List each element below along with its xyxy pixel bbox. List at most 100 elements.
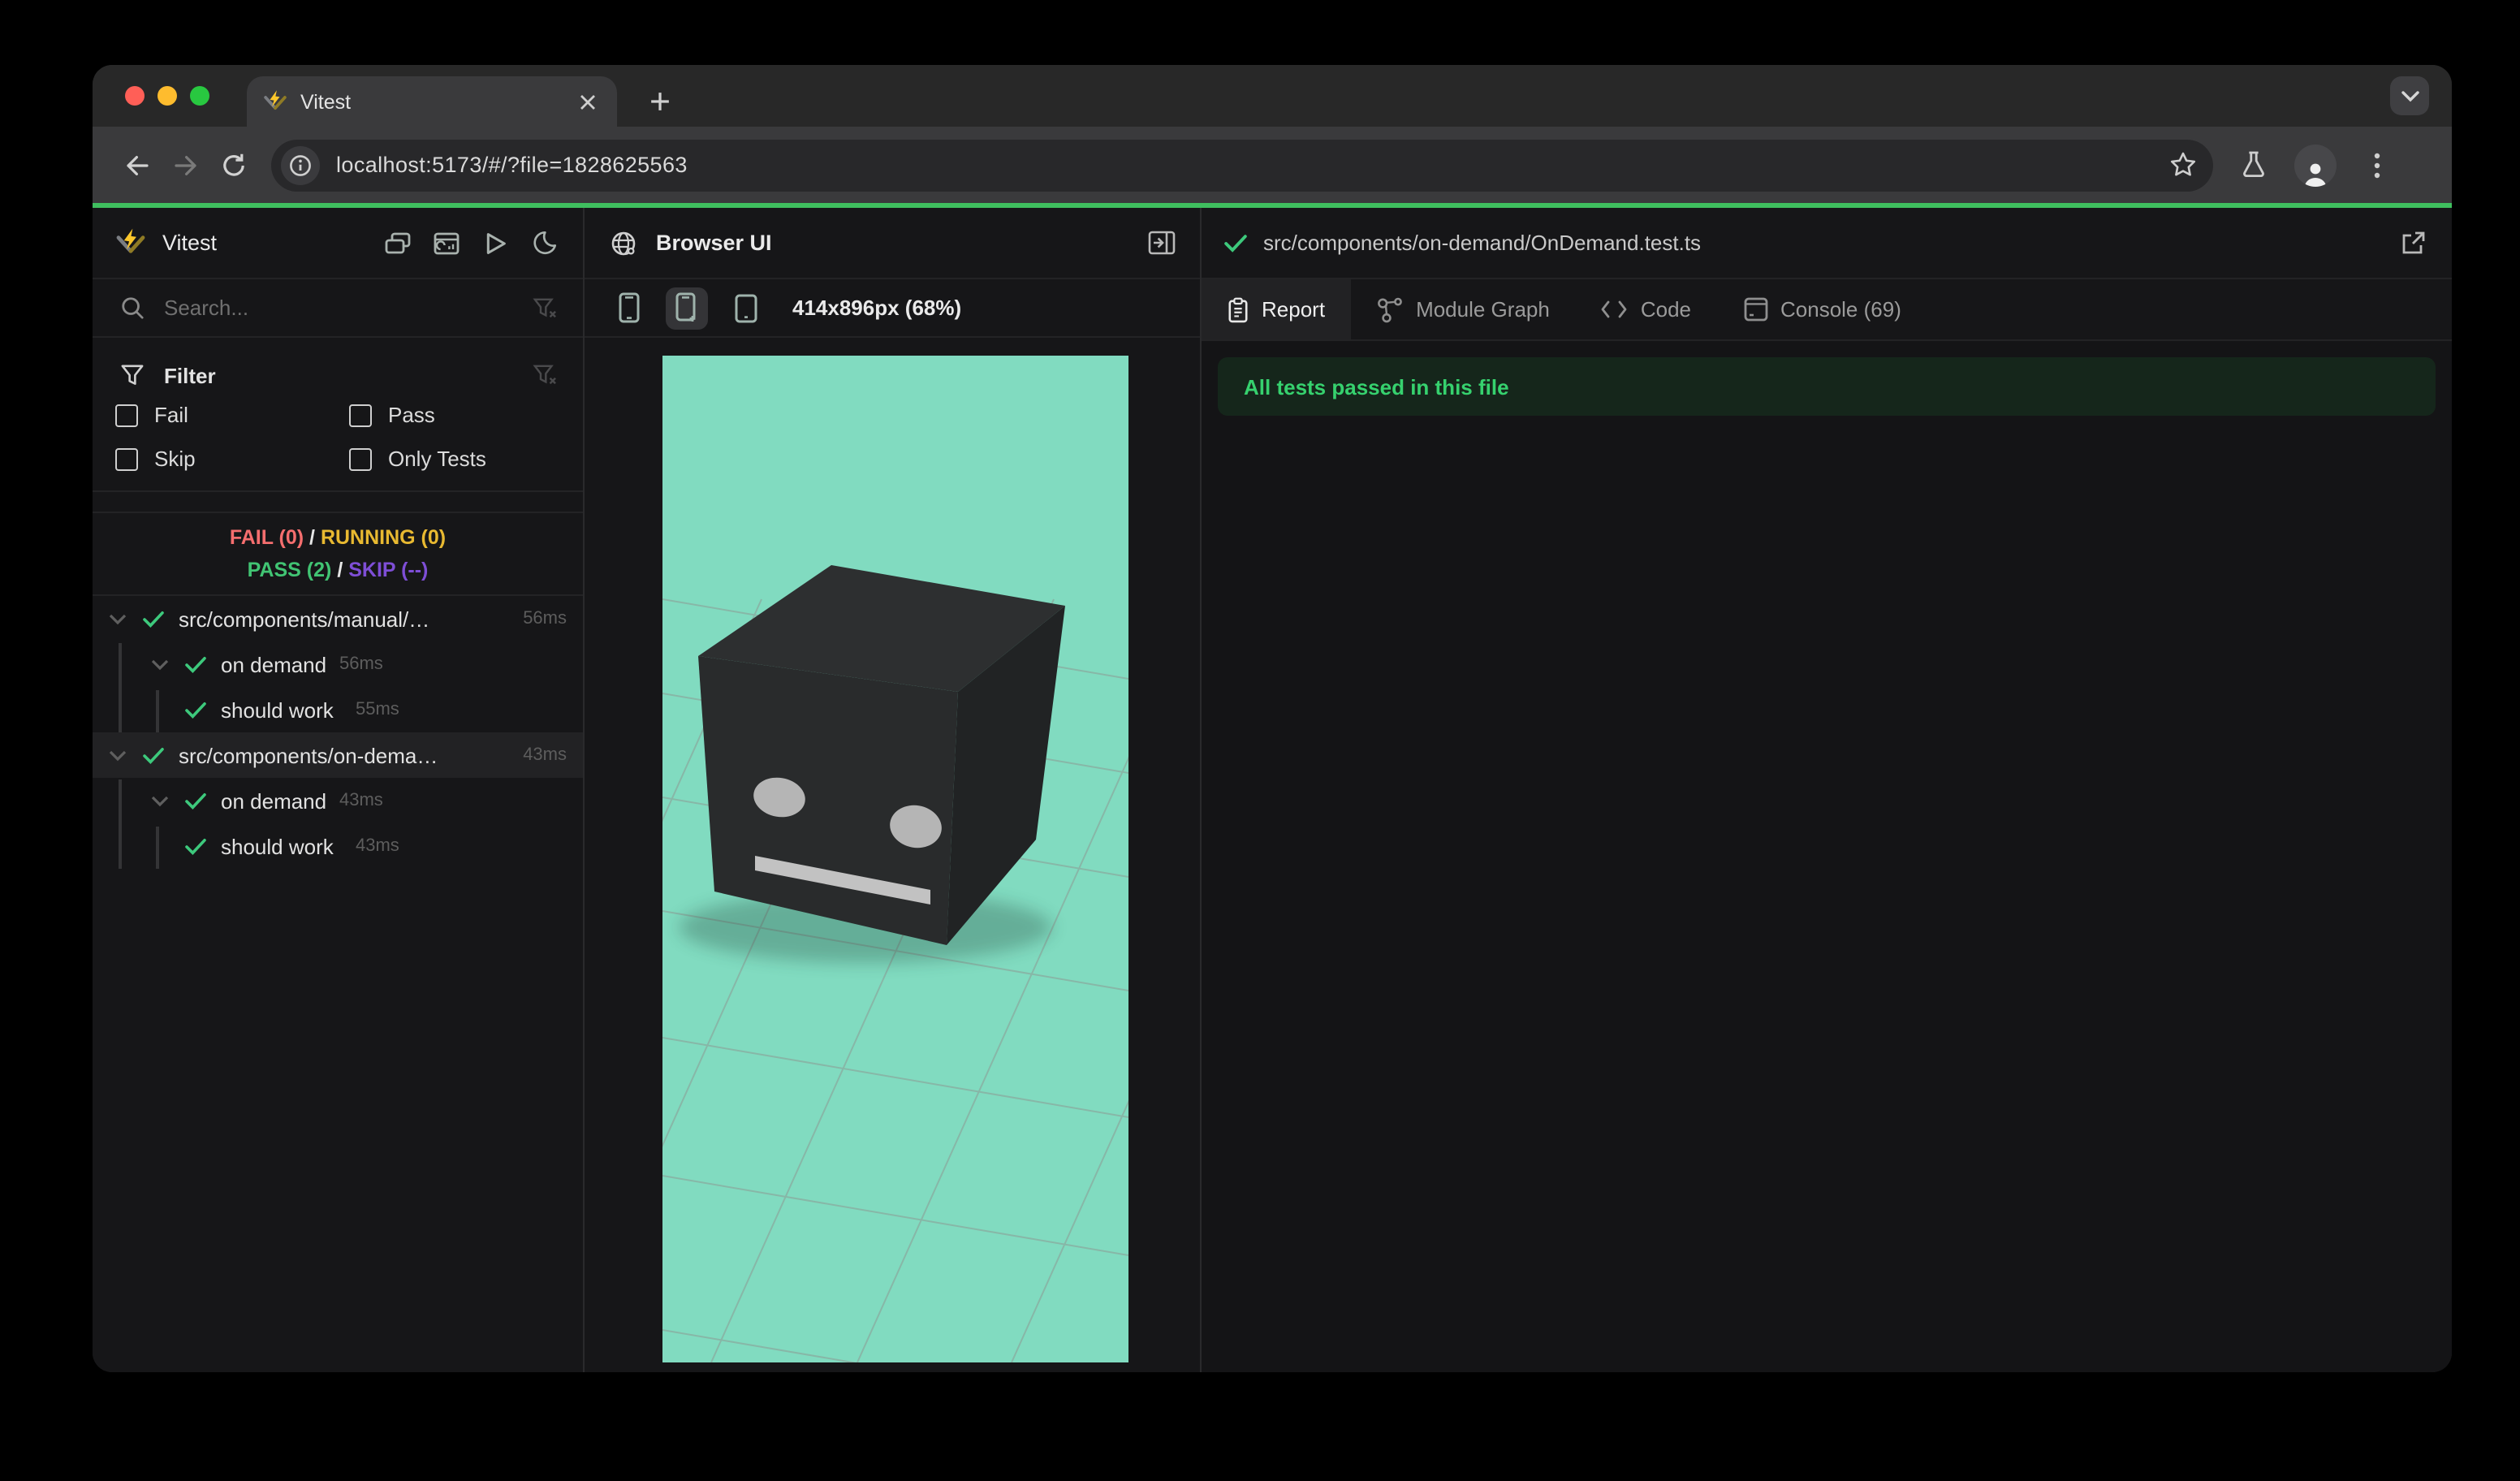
- clipboard-icon: [1228, 296, 1249, 322]
- bookmark-star-icon[interactable]: [2164, 147, 2200, 183]
- dark-mode-moon-icon[interactable]: [528, 227, 560, 259]
- search-input[interactable]: [164, 296, 511, 320]
- chevron-down-icon[interactable]: [151, 795, 170, 806]
- dock-panel-right-icon[interactable]: [1145, 227, 1177, 259]
- chevron-down-icon[interactable]: [109, 749, 128, 761]
- code-icon: [1602, 299, 1628, 320]
- test-duration: 43ms: [339, 791, 383, 810]
- test-duration: 43ms: [523, 745, 567, 765]
- test-file-row-selected[interactable]: src/components/on-dema… 43ms: [93, 732, 583, 778]
- tab-search-chevron-button[interactable]: [2390, 76, 2429, 115]
- zoom-window-button[interactable]: [190, 86, 209, 106]
- sidebar-header: Vitest: [93, 208, 583, 279]
- experiments-flask-icon[interactable]: [2236, 147, 2272, 183]
- collapse-windows-icon[interactable]: [382, 227, 414, 259]
- pass-check-icon: [185, 837, 206, 855]
- browser-menu-kebab-icon[interactable]: [2359, 147, 2395, 183]
- search-icon: [115, 291, 148, 324]
- search-row: [93, 279, 583, 338]
- browser-ui-header: Browser UI: [585, 208, 1200, 279]
- new-tab-button[interactable]: [638, 80, 680, 122]
- test-file-path: src/components/on-demand/OnDemand.test.t…: [1263, 231, 1702, 255]
- stat-skip: SKIP (--): [348, 559, 429, 581]
- device-phone-plus-icon[interactable]: [666, 287, 708, 329]
- tab-strip: Vitest: [93, 65, 2452, 127]
- clear-search-filter-icon[interactable]: [528, 291, 560, 324]
- report-content: All tests passed in this file: [1202, 341, 2452, 1372]
- device-toolbar: 414x896px (68%): [585, 279, 1200, 338]
- pass-check-icon: [143, 746, 164, 764]
- tab-console[interactable]: Console (69): [1717, 279, 1927, 339]
- checkbox-box[interactable]: [349, 404, 372, 426]
- site-info-icon[interactable]: [281, 145, 320, 184]
- device-tablet-icon[interactable]: [724, 287, 766, 329]
- filter-funnel-icon: [115, 359, 148, 391]
- device-phone-small-icon[interactable]: [607, 287, 649, 329]
- browser-tab[interactable]: Vitest: [247, 76, 617, 127]
- tab-code[interactable]: Code: [1576, 279, 1717, 339]
- checkbox-box[interactable]: [349, 447, 372, 470]
- tab-title: Vitest: [300, 90, 352, 113]
- pass-check-icon: [185, 655, 206, 673]
- preview-stage: [585, 338, 1200, 1371]
- stat-fail: FAIL (0): [229, 526, 304, 549]
- checkbox-box[interactable]: [115, 447, 138, 470]
- test-suite-row[interactable]: on demand 56ms: [93, 641, 583, 687]
- filter-title: Filter: [164, 363, 216, 387]
- globe-icon: [607, 227, 640, 259]
- cube-3d-render: [662, 565, 1128, 1362]
- browser-ui-panel: Browser UI 414x896px (68%): [585, 208, 1202, 1372]
- checkbox-box[interactable]: [115, 404, 138, 426]
- app-title: Vitest: [162, 231, 218, 255]
- filter-checkbox-skip[interactable]: Skip: [115, 447, 349, 471]
- back-button[interactable]: [112, 140, 161, 189]
- test-stats-summary: FAIL (0) / RUNNING (0) PASS (2) / SKIP (…: [93, 512, 583, 596]
- console-icon: [1743, 297, 1767, 322]
- stat-running: RUNNING (0): [320, 526, 447, 549]
- tab-module-graph[interactable]: Module Graph: [1351, 279, 1576, 339]
- all-tests-passed-banner: All tests passed in this file: [1218, 357, 2436, 416]
- test-duration: 56ms: [523, 609, 567, 628]
- tested-page-iframe[interactable]: [662, 356, 1128, 1362]
- chevron-down-icon[interactable]: [109, 613, 128, 624]
- pass-check-icon: [185, 701, 206, 719]
- pass-check-icon: [1224, 233, 1247, 253]
- filter-section: Filter Fail Pass Skip Only Tests: [93, 338, 583, 492]
- viewport-size-label: 414x896px (68%): [792, 296, 962, 320]
- minimize-window-button[interactable]: [158, 86, 177, 106]
- filter-checkbox-fail[interactable]: Fail: [115, 403, 349, 427]
- vitest-logo-icon: [115, 227, 146, 258]
- test-case-row[interactable]: should work 43ms: [93, 823, 583, 869]
- tab-close-icon[interactable]: [575, 89, 601, 114]
- close-window-button[interactable]: [125, 86, 145, 106]
- run-all-tests-play-icon[interactable]: [479, 227, 511, 259]
- test-duration: 43ms: [356, 836, 399, 856]
- reload-button[interactable]: [209, 140, 258, 189]
- browser-ui-title: Browser UI: [656, 231, 772, 255]
- traffic-lights: [125, 86, 209, 106]
- stat-pass: PASS (2): [247, 559, 332, 581]
- browser-toolbar: localhost:5173/#/?file=1828625563: [93, 127, 2452, 203]
- open-external-link-icon[interactable]: [2397, 227, 2429, 259]
- vitest-favicon-icon: [263, 89, 287, 114]
- url-text[interactable]: localhost:5173/#/?file=1828625563: [336, 153, 2164, 177]
- dashboard-icon[interactable]: [430, 227, 463, 259]
- test-case-row[interactable]: should work 55ms: [93, 687, 583, 732]
- report-tabs: Report Module Graph Code Console (69): [1202, 279, 2452, 341]
- test-file-row[interactable]: src/components/manual/… 56ms: [93, 596, 583, 641]
- profile-avatar-button[interactable]: [2294, 144, 2337, 186]
- filter-checkbox-pass[interactable]: Pass: [349, 403, 560, 427]
- browser-window: Vitest localhost:5173/#/?file=1828625563…: [93, 65, 2452, 1372]
- tab-report[interactable]: Report: [1202, 279, 1352, 339]
- clear-filter-icon[interactable]: [528, 359, 560, 391]
- report-panel: src/components/on-demand/OnDemand.test.t…: [1202, 208, 2452, 1372]
- address-bar[interactable]: localhost:5173/#/?file=1828625563: [271, 139, 2213, 191]
- toolbar-right-icons: [2236, 144, 2395, 186]
- chevron-down-icon[interactable]: [151, 658, 170, 670]
- module-graph-icon: [1377, 296, 1403, 322]
- filter-checkbox-only-tests[interactable]: Only Tests: [349, 447, 560, 471]
- forward-button[interactable]: [161, 140, 209, 189]
- test-sidebar: Vitest Search... Filter Fail Pass Skip O…: [93, 208, 585, 1372]
- test-suite-row[interactable]: on demand 43ms: [93, 778, 583, 823]
- vitest-ui-page: Vitest Search... Filter Fail Pass Skip O…: [93, 208, 2452, 1372]
